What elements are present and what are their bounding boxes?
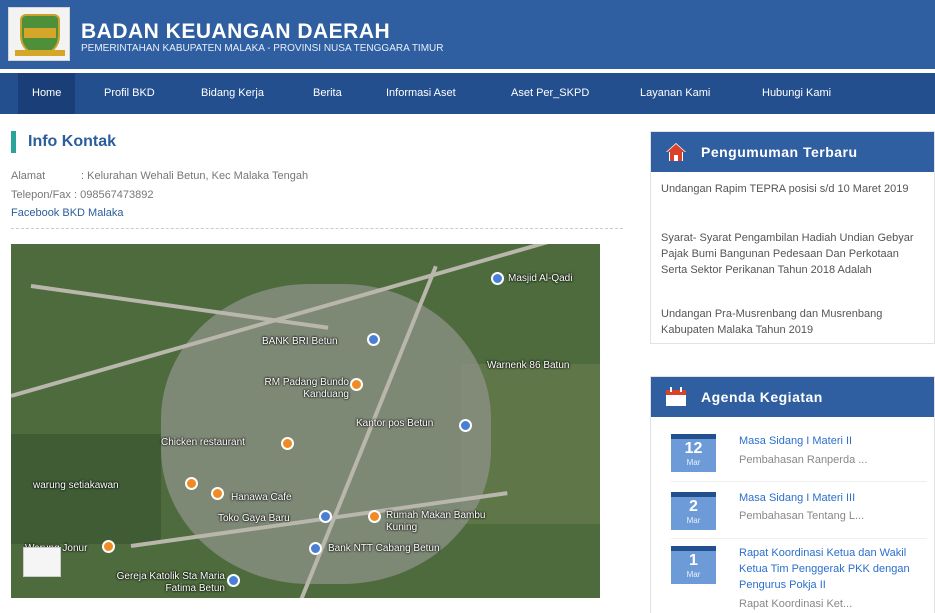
map-label: Chicken restaurant xyxy=(161,437,245,448)
restaurant-pin-icon[interactable] xyxy=(281,437,294,450)
map-label: BANK BRI Betun xyxy=(262,336,338,347)
date-badge: 1 Mar xyxy=(671,546,716,584)
agenda-panel: Agenda Kegiatan 12 Mar Masa Sidang I Mat… xyxy=(650,376,935,613)
restaurant-pin-icon[interactable] xyxy=(350,378,363,391)
facebook-link[interactable]: Facebook BKD Malaka xyxy=(11,207,124,219)
agenda-item-title[interactable]: Masa Sidang I Materi III xyxy=(739,490,929,506)
agenda-item-desc: Pembahasan Tentang L... xyxy=(739,510,865,522)
announcements-panel: Pengumuman Terbaru Undangan Rapim TEPRA … xyxy=(650,131,935,344)
announcements-header: Pengumuman Terbaru xyxy=(651,132,934,172)
map-label: RM Padang Bundo Kanduang xyxy=(264,377,349,400)
map-label: Rumah Makan Bambu Kuning xyxy=(386,510,486,533)
agenda-item-desc: Pembahasan Ranperda ... xyxy=(739,454,868,466)
agenda-item-title[interactable]: Masa Sidang I Materi II xyxy=(739,433,929,449)
announcement-item[interactable]: Undangan Rapim TEPRA posisi s/d 10 Maret… xyxy=(661,181,927,197)
church-pin-icon[interactable] xyxy=(227,574,240,587)
site-subtitle: PEMERINTAHAN KABUPATEN MALAKA - PROVINSI… xyxy=(81,43,444,54)
contact-title: Info Kontak xyxy=(11,131,116,153)
home-icon xyxy=(666,143,686,161)
phone-fax: Telepon/Fax : 098567473892 xyxy=(11,189,154,201)
satellite-map[interactable]: Masjid Al-Qadi BANK BRI Betun Warnenk 86… xyxy=(11,244,600,598)
nav-layanan-kami[interactable]: Layanan Kami xyxy=(626,73,724,114)
map-label: Warnenk 86 Batun xyxy=(487,360,570,371)
shop-pin-icon[interactable] xyxy=(319,510,332,523)
mosque-pin-icon[interactable] xyxy=(491,272,504,285)
map-label: warung setiakawan xyxy=(33,480,119,491)
agenda-item-title[interactable]: Rapat Koordinasi Ketua dan Wakil Ketua T… xyxy=(739,545,929,593)
nav-bidang-kerja[interactable]: Bidang Kerja xyxy=(187,73,278,114)
site-header: BADAN KEUANGAN DAERAH PEMERINTAHAN KABUP… xyxy=(0,0,935,69)
address-label: Alamat xyxy=(11,170,46,182)
nav-berita[interactable]: Berita xyxy=(299,73,356,114)
nav-home[interactable]: Home xyxy=(18,73,76,114)
map-label: Bank NTT Cabang Betun xyxy=(328,543,440,554)
map-label: Kantor pos Betun xyxy=(356,418,434,429)
agenda-header: Agenda Kegiatan xyxy=(651,377,934,417)
cafe-pin-icon[interactable] xyxy=(211,487,224,500)
nav-profil-bkd[interactable]: Profil BKD xyxy=(90,73,169,114)
announcement-item[interactable]: Undangan Pra-Musrenbang dan Musrenbang K… xyxy=(661,306,927,338)
agenda-title: Agenda Kegiatan xyxy=(701,389,823,405)
agenda-item-desc: Rapat Koordinasi Ket... xyxy=(739,598,853,610)
site-logo[interactable] xyxy=(8,7,70,61)
main-nav: Home Profil BKD Bidang Kerja Berita Info… xyxy=(0,73,935,114)
map-label: Masjid Al-Qadi xyxy=(508,273,573,284)
bank-pin-icon[interactable] xyxy=(309,542,322,555)
nav-aset-per-skpd[interactable]: Aset Per_SKPD xyxy=(497,73,603,114)
post-office-pin-icon[interactable] xyxy=(459,419,472,432)
nav-hubungi-kami[interactable]: Hubungi Kami xyxy=(748,73,845,114)
restaurant-pin-icon[interactable] xyxy=(368,510,381,523)
announcements-title: Pengumuman Terbaru xyxy=(701,144,858,160)
bank-pin-icon[interactable] xyxy=(367,333,380,346)
divider xyxy=(11,228,623,229)
divider xyxy=(671,481,927,482)
divider xyxy=(671,538,927,539)
address-value: : Kelurahan Wehali Betun, Kec Malaka Ten… xyxy=(81,170,309,182)
map-label: Hanawa Cafe xyxy=(231,492,292,503)
date-badge: 2 Mar xyxy=(671,492,716,530)
site-title[interactable]: BADAN KEUANGAN DAERAH xyxy=(81,20,390,44)
map-label: Toko Gaya Baru xyxy=(218,513,290,524)
restaurant-pin-icon[interactable] xyxy=(185,477,198,490)
date-badge: 12 Mar xyxy=(671,434,716,472)
nav-informasi-aset[interactable]: Informasi Aset xyxy=(372,73,470,114)
calendar-icon xyxy=(666,387,686,406)
announcement-item[interactable]: Syarat- Syarat Pengambilan Hadiah Undian… xyxy=(661,230,927,278)
map-label: Gereja Katolik Sta Maria Fatima Betun xyxy=(116,571,225,594)
map-control-button[interactable] xyxy=(23,547,61,577)
restaurant-pin-icon[interactable] xyxy=(102,540,115,553)
